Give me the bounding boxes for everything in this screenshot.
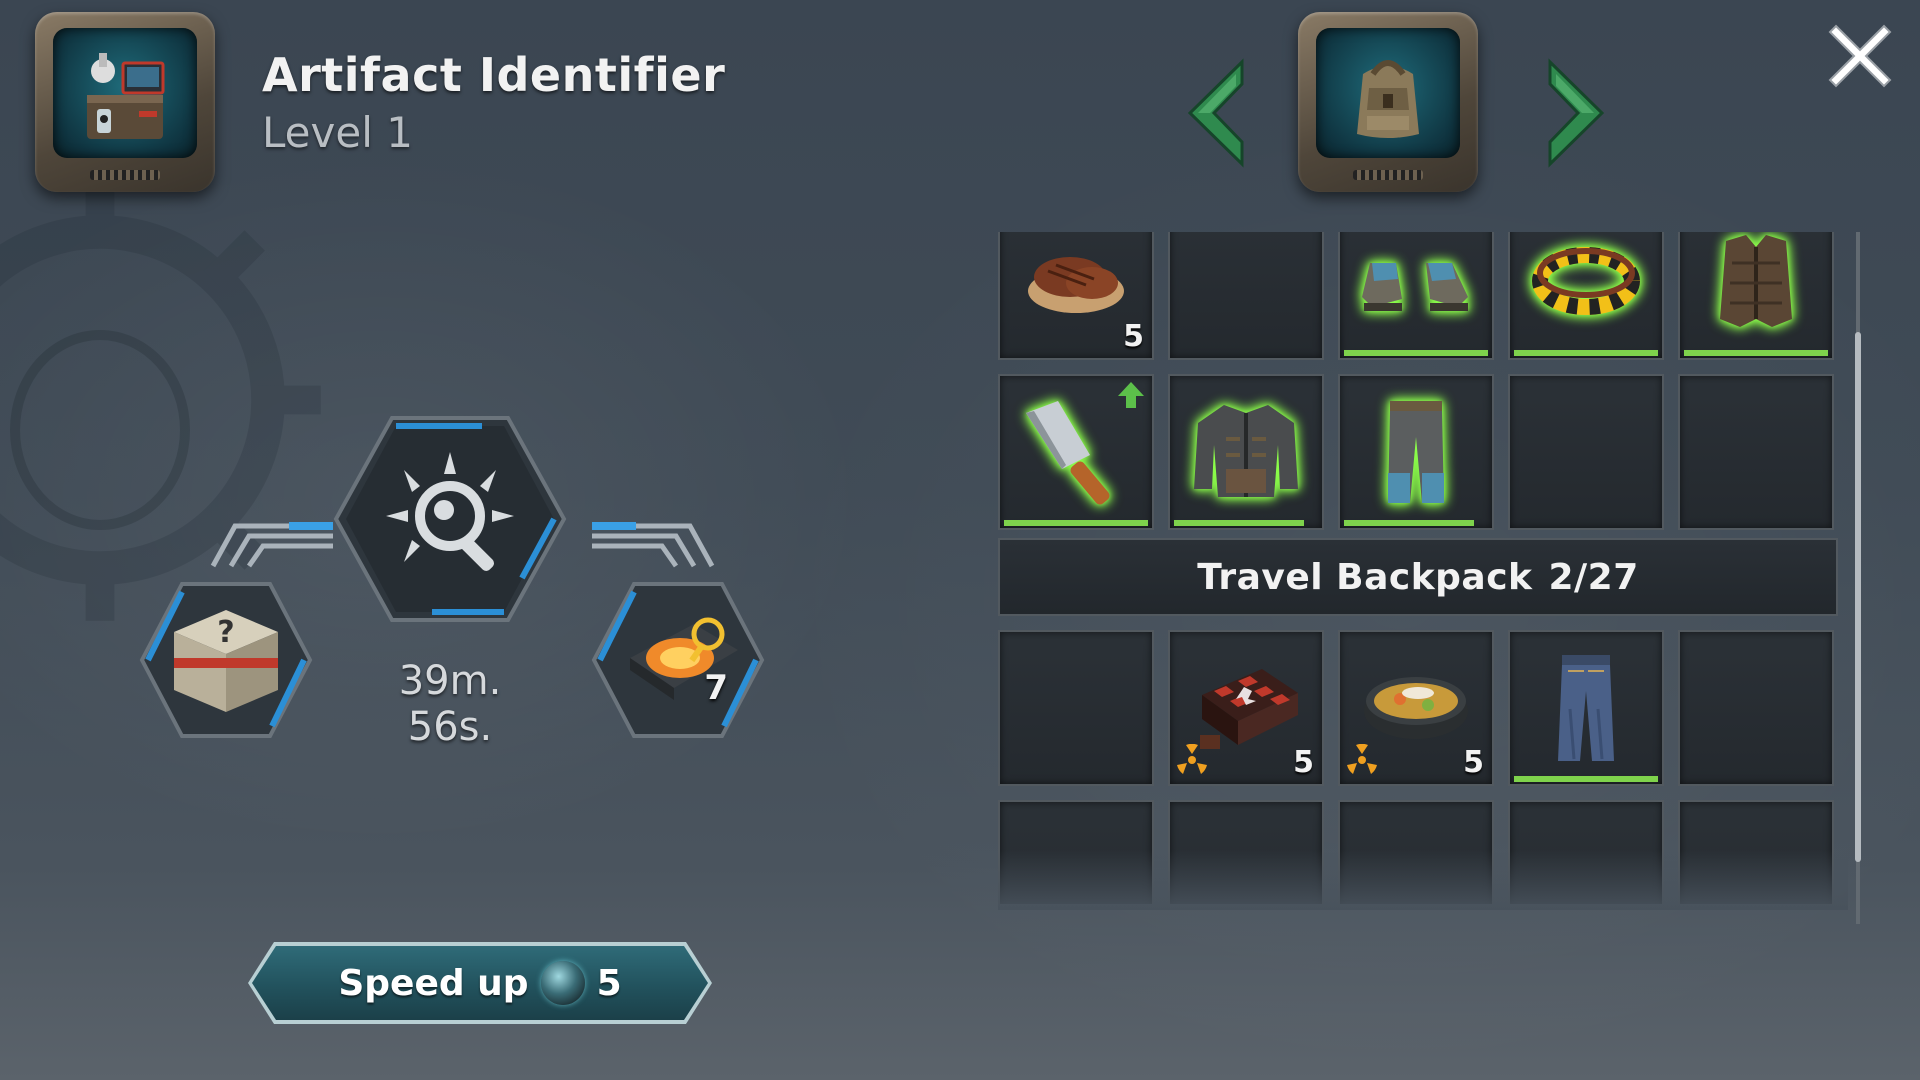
durability-bar	[1684, 350, 1828, 356]
inventory-row	[998, 800, 1834, 904]
inventory-row: 5 5	[998, 630, 1834, 786]
inventory-slot[interactable]	[1508, 232, 1664, 360]
durability-bar	[1344, 520, 1474, 526]
durability-bar	[1174, 520, 1304, 526]
identify-timer: 39m. 56s.	[398, 658, 502, 750]
inventory-slot[interactable]	[1678, 232, 1834, 360]
inventory-scrollbar-thumb[interactable]	[1855, 332, 1861, 862]
durability-bar	[1344, 350, 1488, 356]
svg-text:?: ?	[217, 615, 234, 650]
identify-slot[interactable]	[332, 412, 568, 626]
inventory-slot[interactable]	[1338, 232, 1494, 360]
right-connector-decoration	[592, 522, 715, 568]
inventory-slot[interactable]: 5	[1168, 630, 1324, 786]
item-quantity: 5	[1293, 745, 1314, 780]
output-item-count: 7	[704, 668, 728, 708]
inventory-slot-empty[interactable]	[1338, 800, 1494, 904]
radiation-icon	[1177, 744, 1207, 774]
durability-bar	[1514, 776, 1658, 782]
inventory-slot[interactable]	[1168, 374, 1324, 530]
durability-bar	[1514, 350, 1658, 356]
inventory-slot-empty[interactable]	[998, 630, 1154, 786]
inventory-grid[interactable]: 5 Travel Backpack 2/27 5 5	[998, 232, 1848, 904]
radiation-icon	[1347, 744, 1377, 774]
output-item-count-wrapper: 7	[590, 580, 766, 740]
artifact-identifier-station-icon	[87, 53, 165, 139]
item-quantity: 5	[1463, 745, 1484, 780]
pants-icon	[1388, 401, 1444, 503]
boots-icon	[1362, 263, 1468, 311]
durability-bar	[1004, 520, 1148, 526]
upgrade-arrow-icon	[1118, 382, 1144, 408]
inventory-slot[interactable]	[1338, 374, 1494, 530]
speed-up-cost: 5	[596, 962, 622, 1004]
inventory-slot[interactable]: 5	[998, 232, 1154, 360]
inventory-slot-empty[interactable]	[1508, 800, 1664, 904]
inventory-row	[998, 374, 1834, 530]
station-icon-frame	[35, 12, 215, 192]
previous-arrow-icon[interactable]	[1180, 58, 1250, 168]
inventory-slot-empty[interactable]	[1508, 374, 1664, 530]
next-arrow-icon[interactable]	[1542, 58, 1612, 168]
backpack-section-header: Travel Backpack 2/27	[998, 538, 1838, 616]
jeans-icon	[1558, 655, 1614, 761]
backpack-icon	[1357, 60, 1419, 138]
speed-up-label: Speed up	[338, 962, 529, 1004]
station-level: Level 1	[262, 108, 413, 157]
inventory-slot[interactable]	[1508, 630, 1664, 786]
background-ring-decoration	[10, 330, 190, 530]
inventory-slot[interactable]: 5	[1338, 630, 1494, 786]
container-icon-frame	[1298, 12, 1478, 192]
inventory-slot-empty[interactable]	[1678, 800, 1834, 904]
inventory-slot[interactable]	[998, 374, 1154, 530]
page-title: Artifact Identifier	[262, 48, 726, 102]
item-quantity: 5	[1123, 319, 1144, 354]
close-icon[interactable]	[1826, 22, 1894, 90]
inventory-slot-empty[interactable]	[1678, 374, 1834, 530]
speed-up-button[interactable]: Speed up 5	[252, 946, 708, 1020]
inventory-row: 5	[998, 232, 1834, 360]
leather-vest-icon	[1720, 235, 1792, 327]
inventory-slot-empty[interactable]	[1168, 800, 1324, 904]
backpack-capacity: 2/27	[1548, 556, 1639, 598]
backpack-name: Travel Backpack	[1197, 556, 1533, 598]
steak-icon	[1028, 257, 1124, 313]
inventory-slot-empty[interactable]	[998, 800, 1154, 904]
jacket-icon	[1194, 405, 1298, 497]
inventory-slot-empty[interactable]	[1168, 232, 1324, 360]
cleaver-icon	[1026, 401, 1110, 505]
hazard-belt-icon	[1532, 247, 1640, 315]
input-item-slot[interactable]: ?	[138, 580, 314, 740]
energy-gem-icon	[541, 961, 585, 1005]
inventory-slot-empty[interactable]	[1678, 630, 1834, 786]
